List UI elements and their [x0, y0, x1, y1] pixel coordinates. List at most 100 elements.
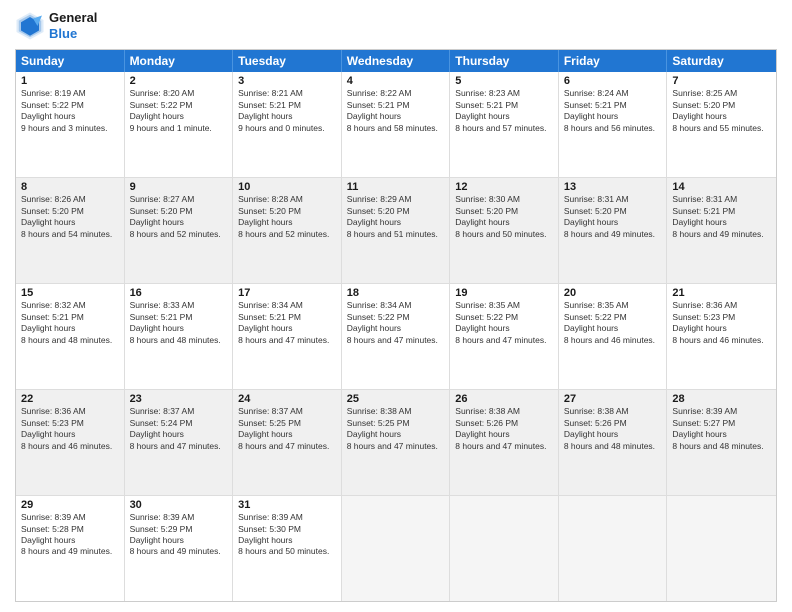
cal-cell-30: 30Sunrise: 8:39 AMSunset: 5:29 PMDayligh… [125, 496, 234, 601]
day-number: 27 [564, 393, 662, 405]
cal-cell-14: 14Sunrise: 8:31 AMSunset: 5:21 PMDayligh… [667, 178, 776, 283]
day-detail: Sunrise: 8:23 AMSunset: 5:21 PMDaylight … [455, 88, 553, 134]
cal-cell-11: 11Sunrise: 8:29 AMSunset: 5:20 PMDayligh… [342, 178, 451, 283]
day-detail: Sunrise: 8:33 AMSunset: 5:21 PMDaylight … [130, 300, 228, 346]
cal-cell-27: 27Sunrise: 8:38 AMSunset: 5:26 PMDayligh… [559, 390, 668, 495]
day-detail: Sunrise: 8:19 AMSunset: 5:22 PMDaylight … [21, 88, 119, 134]
day-detail: Sunrise: 8:30 AMSunset: 5:20 PMDaylight … [455, 194, 553, 240]
day-number: 29 [21, 499, 119, 511]
day-detail: Sunrise: 8:36 AMSunset: 5:23 PMDaylight … [21, 406, 119, 452]
day-detail: Sunrise: 8:37 AMSunset: 5:25 PMDaylight … [238, 406, 336, 452]
cal-cell-9: 9Sunrise: 8:27 AMSunset: 5:20 PMDaylight… [125, 178, 234, 283]
day-detail: Sunrise: 8:31 AMSunset: 5:20 PMDaylight … [564, 194, 662, 240]
calendar-week-3: 15Sunrise: 8:32 AMSunset: 5:21 PMDayligh… [16, 284, 776, 390]
day-detail: Sunrise: 8:34 AMSunset: 5:21 PMDaylight … [238, 300, 336, 346]
day-number: 21 [672, 287, 771, 299]
day-number: 9 [130, 181, 228, 193]
cal-header-saturday: Saturday [667, 50, 776, 72]
cal-cell-1: 1Sunrise: 8:19 AMSunset: 5:22 PMDaylight… [16, 72, 125, 177]
day-detail: Sunrise: 8:34 AMSunset: 5:22 PMDaylight … [347, 300, 445, 346]
day-detail: Sunrise: 8:39 AMSunset: 5:27 PMDaylight … [672, 406, 771, 452]
cal-cell-empty [450, 496, 559, 601]
cal-cell-21: 21Sunrise: 8:36 AMSunset: 5:23 PMDayligh… [667, 284, 776, 389]
calendar: SundayMondayTuesdayWednesdayThursdayFrid… [15, 49, 777, 602]
cal-cell-24: 24Sunrise: 8:37 AMSunset: 5:25 PMDayligh… [233, 390, 342, 495]
cal-cell-22: 22Sunrise: 8:36 AMSunset: 5:23 PMDayligh… [16, 390, 125, 495]
cal-header-friday: Friday [559, 50, 668, 72]
day-number: 28 [672, 393, 771, 405]
cal-cell-empty [667, 496, 776, 601]
day-number: 19 [455, 287, 553, 299]
day-number: 12 [455, 181, 553, 193]
cal-cell-26: 26Sunrise: 8:38 AMSunset: 5:26 PMDayligh… [450, 390, 559, 495]
logo: General Blue [15, 10, 97, 41]
cal-cell-19: 19Sunrise: 8:35 AMSunset: 5:22 PMDayligh… [450, 284, 559, 389]
cal-cell-empty [342, 496, 451, 601]
day-detail: Sunrise: 8:38 AMSunset: 5:25 PMDaylight … [347, 406, 445, 452]
cal-header-wednesday: Wednesday [342, 50, 451, 72]
day-number: 20 [564, 287, 662, 299]
cal-cell-2: 2Sunrise: 8:20 AMSunset: 5:22 PMDaylight… [125, 72, 234, 177]
cal-cell-4: 4Sunrise: 8:22 AMSunset: 5:21 PMDaylight… [342, 72, 451, 177]
calendar-week-1: 1Sunrise: 8:19 AMSunset: 5:22 PMDaylight… [16, 72, 776, 178]
day-number: 24 [238, 393, 336, 405]
day-number: 7 [672, 75, 771, 87]
calendar-body: 1Sunrise: 8:19 AMSunset: 5:22 PMDaylight… [16, 72, 776, 601]
cal-cell-6: 6Sunrise: 8:24 AMSunset: 5:21 PMDaylight… [559, 72, 668, 177]
cal-cell-17: 17Sunrise: 8:34 AMSunset: 5:21 PMDayligh… [233, 284, 342, 389]
day-number: 15 [21, 287, 119, 299]
calendar-week-2: 8Sunrise: 8:26 AMSunset: 5:20 PMDaylight… [16, 178, 776, 284]
cal-cell-12: 12Sunrise: 8:30 AMSunset: 5:20 PMDayligh… [450, 178, 559, 283]
day-detail: Sunrise: 8:39 AMSunset: 5:30 PMDaylight … [238, 512, 336, 558]
day-detail: Sunrise: 8:38 AMSunset: 5:26 PMDaylight … [564, 406, 662, 452]
day-number: 11 [347, 181, 445, 193]
day-detail: Sunrise: 8:38 AMSunset: 5:26 PMDaylight … [455, 406, 553, 452]
cal-cell-7: 7Sunrise: 8:25 AMSunset: 5:20 PMDaylight… [667, 72, 776, 177]
logo-text: General Blue [49, 10, 97, 41]
cal-cell-empty [559, 496, 668, 601]
cal-cell-29: 29Sunrise: 8:39 AMSunset: 5:28 PMDayligh… [16, 496, 125, 601]
cal-cell-18: 18Sunrise: 8:34 AMSunset: 5:22 PMDayligh… [342, 284, 451, 389]
day-number: 22 [21, 393, 119, 405]
day-detail: Sunrise: 8:22 AMSunset: 5:21 PMDaylight … [347, 88, 445, 134]
day-number: 1 [21, 75, 119, 87]
day-number: 17 [238, 287, 336, 299]
day-detail: Sunrise: 8:28 AMSunset: 5:20 PMDaylight … [238, 194, 336, 240]
day-number: 2 [130, 75, 228, 87]
day-detail: Sunrise: 8:25 AMSunset: 5:20 PMDaylight … [672, 88, 771, 134]
day-number: 25 [347, 393, 445, 405]
day-detail: Sunrise: 8:35 AMSunset: 5:22 PMDaylight … [455, 300, 553, 346]
day-detail: Sunrise: 8:26 AMSunset: 5:20 PMDaylight … [21, 194, 119, 240]
cal-header-thursday: Thursday [450, 50, 559, 72]
day-number: 4 [347, 75, 445, 87]
calendar-header: SundayMondayTuesdayWednesdayThursdayFrid… [16, 50, 776, 72]
cal-cell-3: 3Sunrise: 8:21 AMSunset: 5:21 PMDaylight… [233, 72, 342, 177]
calendar-week-4: 22Sunrise: 8:36 AMSunset: 5:23 PMDayligh… [16, 390, 776, 496]
cal-cell-28: 28Sunrise: 8:39 AMSunset: 5:27 PMDayligh… [667, 390, 776, 495]
day-number: 6 [564, 75, 662, 87]
day-number: 30 [130, 499, 228, 511]
cal-cell-25: 25Sunrise: 8:38 AMSunset: 5:25 PMDayligh… [342, 390, 451, 495]
day-detail: Sunrise: 8:27 AMSunset: 5:20 PMDaylight … [130, 194, 228, 240]
day-detail: Sunrise: 8:31 AMSunset: 5:21 PMDaylight … [672, 194, 771, 240]
day-number: 13 [564, 181, 662, 193]
day-number: 10 [238, 181, 336, 193]
day-detail: Sunrise: 8:37 AMSunset: 5:24 PMDaylight … [130, 406, 228, 452]
cal-cell-13: 13Sunrise: 8:31 AMSunset: 5:20 PMDayligh… [559, 178, 668, 283]
cal-cell-5: 5Sunrise: 8:23 AMSunset: 5:21 PMDaylight… [450, 72, 559, 177]
header: General Blue [15, 10, 777, 41]
day-detail: Sunrise: 8:39 AMSunset: 5:28 PMDaylight … [21, 512, 119, 558]
day-number: 5 [455, 75, 553, 87]
cal-cell-16: 16Sunrise: 8:33 AMSunset: 5:21 PMDayligh… [125, 284, 234, 389]
day-detail: Sunrise: 8:21 AMSunset: 5:21 PMDaylight … [238, 88, 336, 134]
day-detail: Sunrise: 8:35 AMSunset: 5:22 PMDaylight … [564, 300, 662, 346]
cal-cell-15: 15Sunrise: 8:32 AMSunset: 5:21 PMDayligh… [16, 284, 125, 389]
calendar-week-5: 29Sunrise: 8:39 AMSunset: 5:28 PMDayligh… [16, 496, 776, 601]
day-detail: Sunrise: 8:24 AMSunset: 5:21 PMDaylight … [564, 88, 662, 134]
day-number: 23 [130, 393, 228, 405]
day-number: 18 [347, 287, 445, 299]
day-number: 3 [238, 75, 336, 87]
day-number: 8 [21, 181, 119, 193]
cal-header-sunday: Sunday [16, 50, 125, 72]
day-detail: Sunrise: 8:39 AMSunset: 5:29 PMDaylight … [130, 512, 228, 558]
